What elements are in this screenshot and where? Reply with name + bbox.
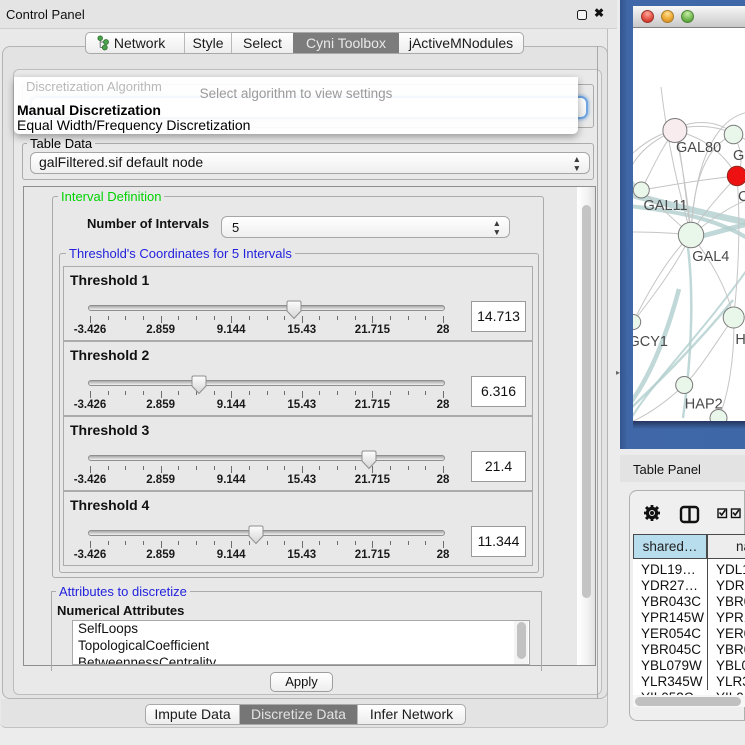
svg-text:HAP2: HAP2 (685, 397, 723, 413)
svg-text:C: C (738, 189, 745, 205)
svg-text:GAL11: GAL11 (644, 198, 688, 214)
svg-text:GCY1: GCY1 (633, 334, 668, 350)
svg-text:G.: G. (733, 148, 745, 164)
svg-text:H: H (735, 332, 745, 348)
svg-text:GAL80: GAL80 (676, 140, 721, 156)
svg-text:GAL4: GAL4 (692, 249, 729, 265)
